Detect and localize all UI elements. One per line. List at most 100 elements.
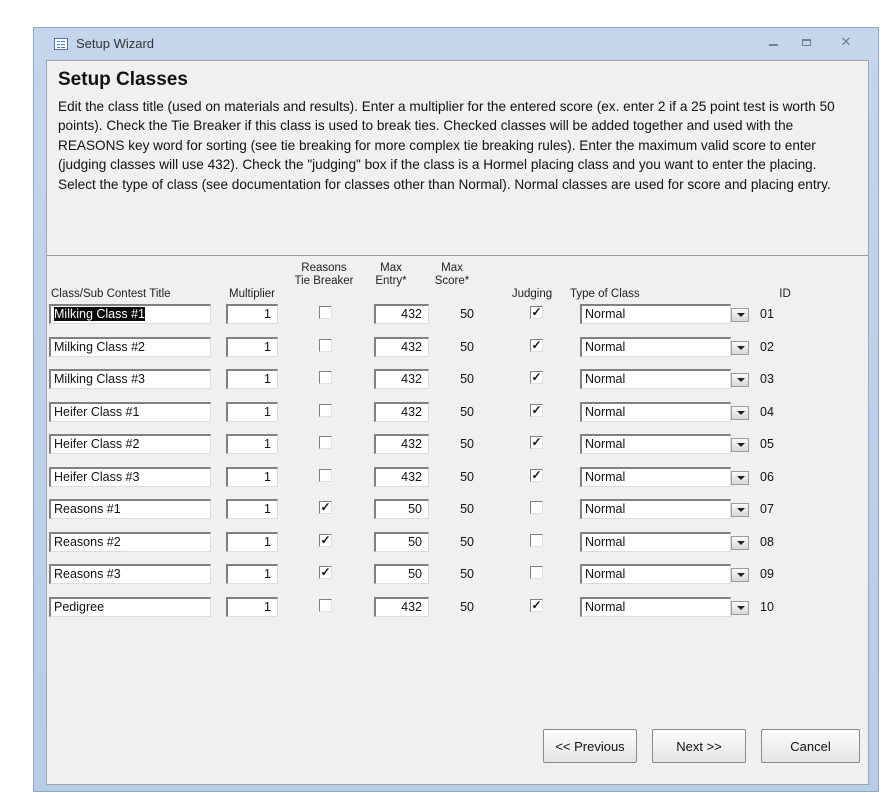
tiebreaker-checkbox[interactable]: ✓ [319, 501, 332, 514]
chevron-down-icon[interactable] [731, 405, 749, 420]
class-type-select[interactable]: Normal [580, 401, 731, 422]
table-row: Reasons #1 1 ✓ 50 50 Normal 07 [47, 497, 868, 523]
judging-checkbox[interactable] [530, 501, 543, 514]
max-entry-field[interactable]: 50 [374, 531, 429, 552]
class-title-value: Milking Class #1 [54, 307, 146, 321]
judging-checkbox[interactable]: ✓ [530, 306, 543, 319]
judging-checkbox[interactable]: ✓ [530, 468, 543, 482]
chevron-down-icon[interactable] [731, 438, 749, 452]
multiplier-field[interactable]: 1 [226, 531, 278, 552]
class-title-field[interactable]: Reasons #1 [49, 499, 211, 519]
class-title-value: Milking Class #3 [54, 372, 146, 386]
class-title-field[interactable]: Milking Class #2 [49, 336, 211, 357]
chevron-down-icon[interactable] [731, 308, 749, 322]
max-entry-field[interactable]: 432 [374, 596, 429, 617]
class-title-field[interactable]: Pedigree [49, 596, 211, 617]
tiebreaker-checkbox[interactable]: ✓ [319, 566, 332, 579]
header-maxentry-line1: Max [380, 262, 402, 274]
class-type-select[interactable]: Normal [580, 531, 731, 552]
chevron-down-icon[interactable] [731, 373, 749, 387]
multiplier-field[interactable]: 1 [226, 499, 278, 519]
multiplier-field[interactable]: 1 [226, 596, 278, 617]
chevron-down-icon[interactable] [731, 568, 749, 582]
header-maxscore-line2: Score* [434, 275, 470, 287]
class-title-field[interactable]: Reasons #3 [49, 564, 211, 584]
max-entry-field[interactable]: 432 [374, 434, 429, 454]
class-type-select[interactable]: Normal [580, 466, 731, 487]
max-entry-field[interactable]: 432 [374, 336, 429, 357]
chevron-down-icon[interactable] [731, 470, 749, 485]
max-entry-field[interactable]: 432 [374, 369, 429, 389]
class-title-value: Pedigree [54, 599, 105, 614]
multiplier-field[interactable]: 1 [226, 564, 278, 584]
class-type-select[interactable]: Normal [580, 336, 731, 357]
judging-checkbox[interactable] [530, 533, 543, 547]
class-title-value: Reasons #2 [54, 534, 121, 549]
max-entry-field[interactable]: 50 [374, 499, 429, 519]
class-type-select[interactable]: Normal [580, 434, 731, 454]
class-type-select[interactable]: Normal [580, 499, 731, 519]
header-tiebreaker-line1: Reasons [301, 262, 347, 274]
multiplier-field[interactable]: 1 [226, 401, 278, 422]
tiebreaker-checkbox[interactable] [319, 598, 332, 612]
multiplier-field[interactable]: 1 [226, 434, 278, 454]
close-icon: ✕ [840, 34, 852, 49]
judging-checkbox[interactable]: ✓ [530, 598, 543, 612]
form-icon [54, 38, 68, 50]
judging-checkbox[interactable]: ✓ [530, 436, 543, 449]
class-title-value: Heifer Class #3 [54, 469, 140, 484]
class-type-select[interactable]: Normal [580, 304, 731, 324]
wizard-content: Setup Classes Edit the class title (used… [46, 60, 869, 785]
judging-checkbox[interactable]: ✓ [530, 338, 543, 352]
multiplier-field[interactable]: 1 [226, 336, 278, 357]
class-title-field[interactable]: Heifer Class #2 [49, 434, 211, 454]
header-judging: Judging [511, 288, 553, 300]
tiebreaker-checkbox[interactable] [319, 371, 332, 384]
table-row: Heifer Class #2 1 432 50 ✓ Normal 05 [47, 432, 868, 458]
class-id: 09 [760, 567, 774, 581]
tiebreaker-checkbox[interactable] [319, 338, 332, 352]
max-score-value: 50 [460, 534, 474, 549]
class-title-field[interactable]: Heifer Class #3 [49, 466, 211, 487]
judging-checkbox[interactable] [530, 566, 543, 579]
max-entry-field[interactable]: 50 [374, 564, 429, 584]
multiplier-field[interactable]: 1 [226, 304, 278, 324]
header-tiebreaker-line2: Tie Breaker [294, 275, 354, 287]
class-title-field[interactable]: Milking Class #3 [49, 369, 211, 389]
class-id: 08 [760, 534, 774, 549]
class-type-select[interactable]: Normal [580, 369, 731, 389]
tiebreaker-checkbox[interactable] [319, 403, 332, 417]
minimize-button[interactable] [762, 34, 784, 50]
maximize-button[interactable] [795, 34, 817, 50]
class-title-field[interactable]: Reasons #2 [49, 531, 211, 552]
close-button[interactable]: ✕ [835, 34, 857, 50]
chevron-down-icon[interactable] [731, 535, 749, 550]
previous-button[interactable]: << Previous [543, 729, 637, 763]
judging-checkbox[interactable]: ✓ [530, 371, 543, 384]
judging-checkbox[interactable]: ✓ [530, 403, 543, 417]
multiplier-field[interactable]: 1 [226, 369, 278, 389]
class-type-select[interactable]: Normal [580, 564, 731, 584]
class-title-field[interactable]: Heifer Class #1 [49, 401, 211, 422]
max-score-value: 50 [460, 502, 474, 516]
chevron-down-icon[interactable] [731, 340, 749, 355]
chevron-down-icon[interactable] [731, 503, 749, 517]
class-title-field[interactable]: Milking Class #1 [49, 304, 211, 324]
tiebreaker-checkbox[interactable] [319, 306, 332, 319]
tiebreaker-checkbox[interactable] [319, 436, 332, 449]
window-title: Setup Wizard [76, 36, 155, 51]
title-bar: Setup Wizard ✕ [34, 28, 878, 58]
tiebreaker-checkbox[interactable]: ✓ [319, 533, 332, 547]
chevron-down-icon[interactable] [731, 600, 749, 615]
next-button[interactable]: Next >> [652, 729, 746, 763]
max-entry-field[interactable]: 432 [374, 466, 429, 487]
tiebreaker-checkbox[interactable] [319, 468, 332, 482]
class-id: 01 [760, 307, 774, 321]
multiplier-field[interactable]: 1 [226, 466, 278, 487]
max-entry-field[interactable]: 432 [374, 401, 429, 422]
max-score-value: 50 [460, 599, 474, 614]
cancel-button[interactable]: Cancel [761, 729, 860, 763]
max-entry-field[interactable]: 432 [374, 304, 429, 324]
class-type-select[interactable]: Normal [580, 596, 731, 617]
class-title-value: Milking Class #2 [54, 339, 146, 354]
